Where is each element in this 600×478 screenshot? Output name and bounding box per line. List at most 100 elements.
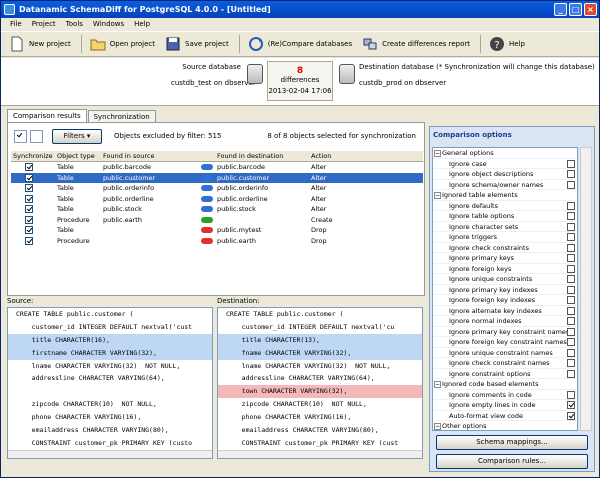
table-row[interactable]: Procedure public.earth Drop xyxy=(11,236,423,247)
option-checkbox[interactable] xyxy=(567,327,575,336)
option-item[interactable]: Ignore comments in code xyxy=(433,390,577,400)
synchronize-checkbox[interactable] xyxy=(25,226,33,234)
option-item[interactable]: Ignore normal indexes xyxy=(433,316,577,327)
option-checkbox[interactable] xyxy=(567,254,575,262)
option-item[interactable]: Ignore foreign key indexes xyxy=(433,295,577,306)
option-checkbox[interactable] xyxy=(567,170,575,178)
col-synchronize[interactable]: Synchronize xyxy=(11,151,57,161)
table-row[interactable]: Procedure public.earth Create xyxy=(11,215,423,226)
destination-horizontal-scrollbar[interactable] xyxy=(218,450,422,458)
option-checkbox[interactable] xyxy=(567,222,575,231)
option-checkbox[interactable] xyxy=(567,212,575,220)
minimize-button[interactable]: _ xyxy=(554,3,567,16)
option-checkbox[interactable] xyxy=(567,285,575,294)
option-item[interactable]: Ignore primary keys xyxy=(433,253,577,264)
tab-comparison-results[interactable]: Comparison results xyxy=(7,109,87,122)
option-item[interactable]: Ignore unique constraints xyxy=(433,274,577,285)
table-row[interactable]: Table public.orderline public.orderline Alt… xyxy=(11,194,423,205)
synchronize-checkbox[interactable] xyxy=(25,184,33,192)
synchronize-checkbox[interactable] xyxy=(25,194,33,203)
table-row[interactable]: Table public.mytest Drop xyxy=(11,225,423,236)
option-item[interactable]: Ignore check constraint names xyxy=(433,358,577,369)
synchronize-checkbox[interactable] xyxy=(25,173,33,182)
close-button[interactable]: × xyxy=(584,3,597,16)
synchronize-checkbox[interactable] xyxy=(25,236,33,245)
synchronize-checkbox[interactable] xyxy=(25,163,33,171)
col-found-in-destination[interactable]: Found in destination xyxy=(217,151,311,161)
option-checkbox[interactable] xyxy=(567,296,575,304)
option-checkbox[interactable] xyxy=(567,390,575,399)
option-item[interactable]: Ignore unique constraint names xyxy=(433,348,577,358)
option-item[interactable]: Ignore defaults xyxy=(433,201,577,211)
option-checkbox[interactable] xyxy=(567,359,575,367)
table-row[interactable]: Table public.customer public.customer Alter xyxy=(11,172,423,183)
option-checkbox[interactable] xyxy=(567,275,575,283)
option-checkbox[interactable] xyxy=(567,243,575,252)
synchronize-checkbox[interactable] xyxy=(25,205,33,213)
table-row[interactable]: Table public.orderinfo public.orderinfo Alt… xyxy=(11,183,423,194)
option-item[interactable]: Auto-format view code xyxy=(433,411,577,421)
option-item[interactable]: Ignore check constraints xyxy=(433,243,577,253)
option-checkbox[interactable] xyxy=(567,317,575,325)
menu-windows[interactable]: Windows xyxy=(88,18,129,30)
col-direction[interactable] xyxy=(197,151,217,161)
option-checkbox[interactable] xyxy=(567,369,575,378)
option-checkbox[interactable] xyxy=(567,306,575,315)
option-group[interactable]: − Ignored code based elements xyxy=(433,379,577,390)
col-action[interactable]: Action xyxy=(311,151,411,161)
collapse-icon[interactable]: − xyxy=(434,150,441,157)
option-checkbox[interactable] xyxy=(567,348,575,357)
new-project-button[interactable]: New project xyxy=(5,33,75,55)
menu-tools[interactable]: Tools xyxy=(61,18,88,30)
recompare-button[interactable]: (Re)Compare databases xyxy=(244,33,356,55)
option-group[interactable]: − General options xyxy=(433,148,577,159)
destination-code-pane[interactable]: CREATE TABLE public.customer ( customer_… xyxy=(217,307,423,459)
option-item[interactable]: Ignore triggers xyxy=(433,232,577,243)
options-scrollbar[interactable] xyxy=(580,147,592,431)
maximize-button[interactable]: □ xyxy=(569,3,582,16)
synchronize-checkbox[interactable] xyxy=(25,215,33,224)
filters-button[interactable]: Filters ▾ xyxy=(52,129,102,144)
menu-help[interactable]: Help xyxy=(129,18,155,30)
table-row[interactable]: Table public.stock public.stock Alter xyxy=(11,204,423,215)
menu-file[interactable]: File xyxy=(5,18,27,30)
option-checkbox[interactable] xyxy=(567,180,575,189)
help-button[interactable]: ? Help xyxy=(485,33,529,55)
option-checkbox[interactable] xyxy=(567,411,575,420)
option-item[interactable]: Ignore object descriptions xyxy=(433,169,577,180)
deselect-all-button[interactable] xyxy=(30,130,43,143)
option-item[interactable]: Ignore primary key constraint names xyxy=(433,327,577,337)
collapse-icon[interactable]: − xyxy=(434,381,441,388)
menu-project[interactable]: Project xyxy=(27,18,61,30)
option-item[interactable]: Ignore constraint options xyxy=(433,369,577,379)
collapse-icon[interactable]: − xyxy=(434,192,441,199)
option-item[interactable]: Ignore foreign keys xyxy=(433,264,577,274)
open-project-button[interactable]: Open project xyxy=(86,33,159,55)
select-all-button[interactable] xyxy=(14,130,27,143)
option-checkbox[interactable] xyxy=(567,159,575,168)
source-horizontal-scrollbar[interactable] xyxy=(8,450,212,458)
collapse-icon[interactable]: − xyxy=(434,423,441,430)
tab-synchronization[interactable]: Synchronization xyxy=(87,110,156,122)
option-item[interactable]: Ignore character sets xyxy=(433,222,577,232)
option-item[interactable]: Ignore foreign key constraint names xyxy=(433,337,577,348)
option-checkbox[interactable] xyxy=(567,338,575,346)
option-item[interactable]: Ignore schema/owner names xyxy=(433,180,577,190)
option-checkbox[interactable] xyxy=(567,233,575,241)
schema-mappings-button[interactable]: Schema mappings... xyxy=(436,435,588,450)
option-item[interactable]: Ignore primary key indexes xyxy=(433,285,577,295)
option-group[interactable]: − Other options xyxy=(433,421,577,430)
option-item[interactable]: Ignore empty lines in code xyxy=(433,400,577,411)
table-row[interactable]: Table public.barcode public.barcode Alter xyxy=(11,162,423,173)
option-checkbox[interactable] xyxy=(567,201,575,210)
source-code-pane[interactable]: CREATE TABLE public.customer ( customer_… xyxy=(7,307,213,459)
option-group[interactable]: − Ignored table elements xyxy=(433,190,577,201)
option-item[interactable]: Ignore alternate key indexes xyxy=(433,306,577,316)
option-item[interactable]: Ignore table options xyxy=(433,211,577,222)
option-checkbox[interactable] xyxy=(567,264,575,273)
save-project-button[interactable]: Save project xyxy=(161,33,233,55)
option-checkbox[interactable] xyxy=(567,401,575,409)
col-found-in-source[interactable]: Found in source xyxy=(103,151,197,161)
option-item[interactable]: Ignore case xyxy=(433,159,577,169)
comparison-rules-button[interactable]: Comparison rules... xyxy=(436,454,588,469)
